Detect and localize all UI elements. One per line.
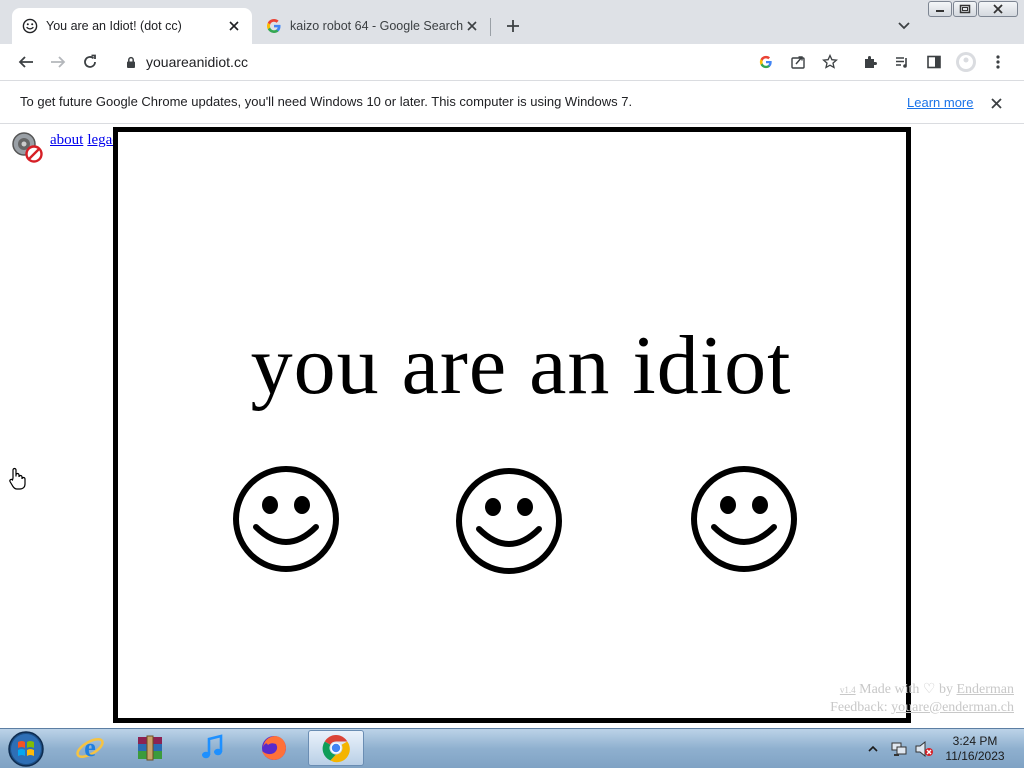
playlist-icon [896, 57, 907, 68]
profile-button[interactable] [954, 50, 978, 74]
tab-title: You are an Idiot! (dot cc) [46, 19, 182, 33]
site-footer: v1.4 Made with ♡ by Enderman Feedback: y… [830, 681, 1014, 717]
author-link[interactable]: Enderman [956, 682, 1014, 697]
google-favicon-icon [267, 19, 281, 33]
feedback-label: Feedback: [830, 700, 888, 715]
by-text: by [938, 682, 953, 697]
made-with-text: Made with [859, 682, 920, 697]
version-link[interactable]: v1.4 [840, 685, 856, 695]
star-icon [822, 54, 838, 69]
kebab-menu-icon [996, 55, 1000, 69]
clock-date: 11/16/2023 [945, 749, 1005, 763]
arrow-right-icon [51, 56, 66, 68]
extensions-button[interactable] [858, 50, 882, 74]
volume-muted-icon[interactable] [914, 740, 934, 758]
address-bar[interactable]: youareanidiot.cc [112, 48, 850, 76]
tab-close-icon[interactable] [226, 18, 242, 34]
google-lens-button[interactable] [754, 50, 778, 74]
smiley-icon [691, 466, 797, 572]
idiot-animation-frame: you are an idiot [113, 127, 911, 723]
chevron-down-icon [898, 22, 910, 30]
puzzle-icon [865, 56, 877, 68]
taskbar-chrome[interactable] [308, 730, 364, 766]
network-icon[interactable] [890, 740, 908, 758]
chrome-icon [322, 734, 350, 763]
internet-explorer-icon: e [76, 733, 104, 762]
taskbar-internet-explorer[interactable]: e [62, 730, 118, 766]
side-panel-button[interactable] [922, 50, 946, 74]
taskbar-clock[interactable]: 3:24 PM 11/16/2023 [940, 734, 1010, 764]
winrar-icon [138, 735, 162, 761]
footer-feedback: Feedback: youare@enderman.ch [830, 699, 1014, 717]
close-icon [993, 4, 1003, 14]
tab-strip: You are an Idiot! (dot cc) kaizo robot 6… [0, 0, 1024, 44]
bookmark-button[interactable] [818, 50, 842, 74]
infobar-close-button[interactable] [987, 94, 1005, 112]
avatar-icon [956, 52, 976, 72]
windows-start-orb-icon[interactable] [7, 730, 45, 768]
web-page: aboutlegacysafe you are an idiot v1.4 Ma… [0, 124, 1024, 728]
new-tab-button[interactable] [502, 15, 524, 37]
taskbar: e 3:24 PM 11/16/2023 [0, 728, 1024, 768]
google-g-icon [759, 55, 772, 69]
forward-button[interactable] [46, 50, 70, 74]
hand-cursor-icon [9, 467, 26, 490]
close-icon [990, 97, 1002, 109]
firefox-icon [262, 736, 286, 760]
restore-icon [959, 4, 971, 14]
infobar-message: To get future Google Chrome updates, you… [20, 94, 633, 109]
clock-time: 3:24 PM [952, 734, 998, 748]
svg-text:e: e [84, 733, 96, 762]
tab-title: kaizo robot 64 - Google Search [290, 19, 464, 33]
taskbar-itunes[interactable] [184, 730, 240, 766]
tab-search-button[interactable] [894, 16, 914, 36]
itunes-icon [202, 734, 223, 759]
back-button[interactable] [14, 50, 38, 74]
toolbar: youareanidiot.cc [0, 44, 1024, 80]
show-hidden-icons-icon[interactable] [868, 745, 878, 753]
arrow-left-icon [18, 56, 33, 68]
smiley-icon [456, 468, 562, 574]
tab-close-icon[interactable] [464, 18, 480, 34]
reload-button[interactable] [78, 50, 102, 74]
smiley-favicon-icon [22, 18, 38, 34]
smiley-icon [233, 466, 339, 572]
share-button[interactable] [786, 50, 810, 74]
footer-credits: v1.4 Made with ♡ by Enderman [830, 681, 1014, 699]
lock-icon [127, 56, 135, 68]
url-text: youareanidiot.cc [146, 54, 248, 70]
media-controls-button[interactable] [890, 50, 914, 74]
tab-youareanidiot[interactable]: You are an Idiot! (dot cc) [12, 8, 252, 44]
speaker-muted-icon [12, 132, 43, 163]
reload-icon [84, 54, 96, 68]
learn-more-link[interactable]: Learn more [907, 95, 973, 110]
minimize-button[interactable] [928, 1, 952, 17]
menu-button[interactable] [986, 50, 1010, 74]
share-icon [791, 56, 805, 69]
update-infobar: To get future Google Chrome updates, you… [0, 80, 1024, 124]
minimize-icon [936, 10, 944, 12]
heart-icon: ♡ [922, 682, 936, 697]
plus-icon [507, 20, 519, 32]
tab-separator [490, 18, 491, 36]
taskbar-winrar[interactable] [122, 730, 178, 766]
headline: you are an idiot [250, 319, 792, 412]
about-link[interactable]: about [50, 132, 83, 148]
taskbar-firefox[interactable] [246, 730, 302, 766]
feedback-email-link[interactable]: youare@enderman.ch [891, 700, 1014, 715]
tab-google-search[interactable]: kaizo robot 64 - Google Search [256, 8, 490, 44]
maximize-button[interactable] [953, 1, 977, 17]
side-panel-icon [927, 55, 941, 69]
window-close-button[interactable] [978, 1, 1018, 17]
